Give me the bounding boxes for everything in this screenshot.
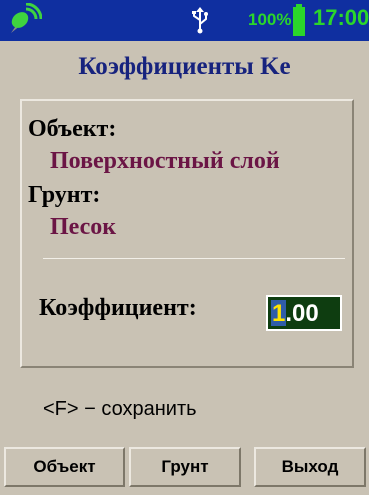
- coefficient-input[interactable]: 1.00: [266, 295, 342, 331]
- soil-label: Грунт:: [28, 182, 101, 208]
- object-value: Поверхностный слой: [50, 148, 280, 174]
- soil-value: Песок: [50, 214, 117, 240]
- save-hint: <F> − сохранить: [43, 398, 197, 420]
- satellite-icon: [11, 3, 42, 33]
- exit-button[interactable]: Выход: [254, 447, 366, 487]
- usb-icon: [192, 7, 208, 34]
- coefficient-label: Коэффициент:: [39, 295, 197, 321]
- object-button[interactable]: Объект: [4, 447, 125, 487]
- clock: 17:00: [313, 5, 369, 30]
- coefficient-edit-digit: 1: [272, 300, 286, 327]
- battery-percent: 100%: [248, 10, 292, 29]
- battery-icon: [293, 4, 305, 36]
- soil-button[interactable]: Грунт: [129, 447, 241, 487]
- divider: [43, 258, 345, 259]
- coefficient-value: 1.00: [272, 300, 319, 328]
- object-label: Объект:: [28, 116, 117, 142]
- coefficient-decimals: .00: [285, 300, 319, 327]
- status-bar: 100% 17:00: [0, 0, 369, 41]
- screen-title: Коэффициенты Ke: [78, 53, 291, 80]
